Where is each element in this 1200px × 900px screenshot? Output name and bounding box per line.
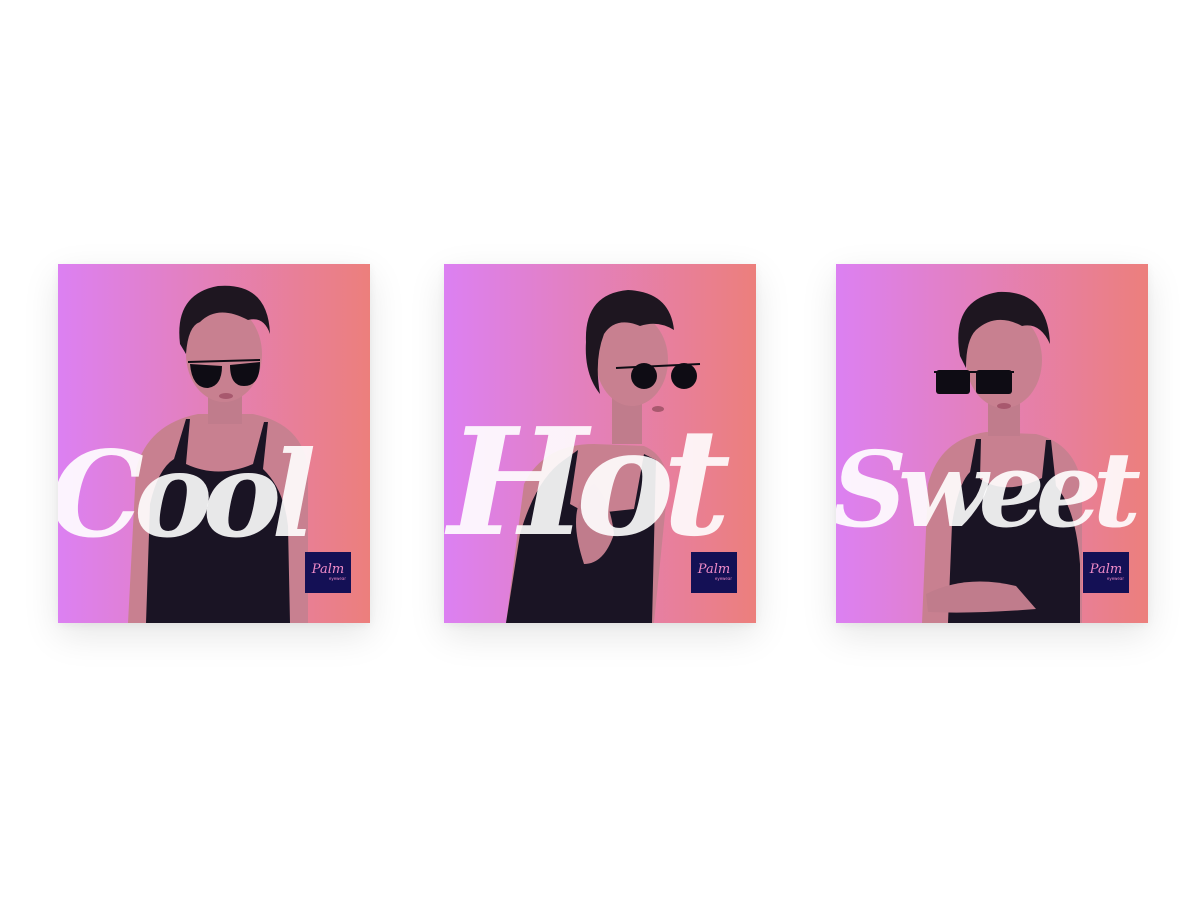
logo-subtitle: eyewear: [1106, 575, 1124, 581]
logo-subtitle: eyewear: [328, 575, 346, 581]
script-word: Cool: [58, 425, 313, 564]
logo-subtitle: eyewear: [714, 575, 732, 581]
ad-card-cool: Cool Palm eyewear: [58, 264, 370, 623]
script-word: Hot: [444, 395, 730, 569]
ad-card-hot: Hot Palm eyewear: [444, 264, 756, 623]
canvas: Cool Palm eyewear Hot Palm eyewear Sweet…: [0, 0, 1200, 900]
logo-wordmark: Palm: [1089, 561, 1123, 577]
palm-logo: Palm eyewear: [305, 552, 351, 593]
palm-logo: Palm eyewear: [1083, 552, 1129, 593]
ad-card-sweet: Sweet Palm eyewear: [836, 264, 1148, 623]
logo-wordmark: Palm: [697, 561, 731, 577]
logo-wordmark: Palm: [311, 561, 345, 577]
palm-logo: Palm eyewear: [691, 552, 737, 593]
script-word: Sweet: [836, 428, 1141, 551]
